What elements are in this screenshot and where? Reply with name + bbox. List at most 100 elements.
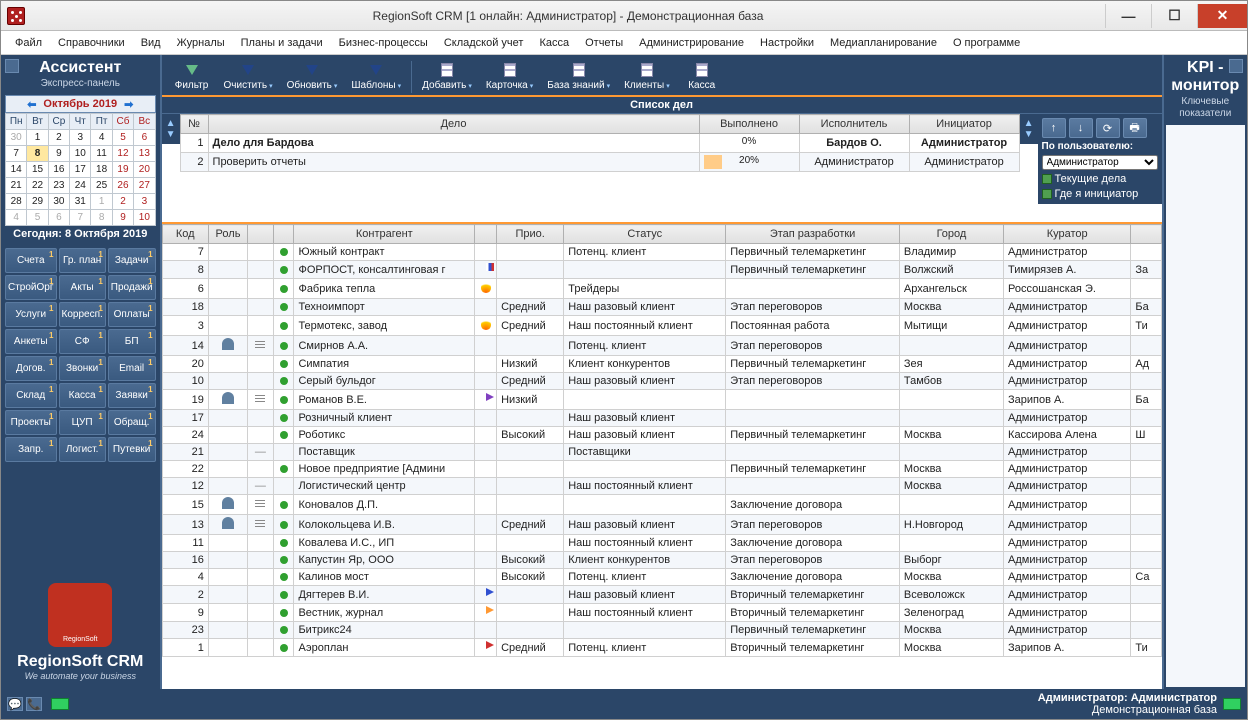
contr-row[interactable]: 24РоботиксВысокийНаш разовый клиентПерви… <box>162 427 1161 444</box>
quick-Путевки[interactable]: Путевки1 <box>108 437 156 462</box>
contr-row[interactable]: 10Серый бульдогСреднийНаш разовый клиент… <box>162 373 1161 390</box>
cal-day[interactable]: 29 <box>27 194 48 210</box>
contr-col[interactable]: Прио. <box>497 225 564 244</box>
contr-col[interactable]: Статус <box>564 225 726 244</box>
quick-Продажи[interactable]: Продажи1 <box>108 275 156 300</box>
cases-col[interactable]: Инициатор <box>909 115 1019 134</box>
scroll-down-icon[interactable]: ▼ <box>166 129 176 140</box>
calendar-grid[interactable]: ПнВтСрЧтПтСбВс30123456789101112131415161… <box>5 113 156 226</box>
toolbar-clear[interactable]: Очистить▾ <box>218 59 279 93</box>
menu-Отчеты[interactable]: Отчеты <box>579 35 629 51</box>
quick-Анкеты[interactable]: Анкеты1 <box>5 329 57 354</box>
menu-Бизнес-процессы[interactable]: Бизнес-процессы <box>333 35 434 51</box>
menu-Планы и задачи[interactable]: Планы и задачи <box>235 35 329 51</box>
cal-day[interactable]: 7 <box>6 146 27 162</box>
cal-day[interactable]: 10 <box>134 210 155 226</box>
cal-day[interactable]: 16 <box>48 162 69 178</box>
cal-day[interactable]: 5 <box>27 210 48 226</box>
toolbar-kb[interactable]: База знаний▾ <box>541 59 616 93</box>
phone-icon[interactable]: 📞 <box>26 697 42 711</box>
contr-row[interactable]: 3Термотекс, заводСреднийНаш постоянный к… <box>162 316 1161 336</box>
quick-Акты[interactable]: Акты1 <box>59 275 106 300</box>
quick-Задачи[interactable]: Задачи1 <box>108 248 156 273</box>
cal-day[interactable]: 6 <box>48 210 69 226</box>
contr-row[interactable]: 6Фабрика теплаТрейдерыАрхангельскРоссоша… <box>162 279 1161 299</box>
contr-col[interactable] <box>273 225 294 244</box>
menu-О программе[interactable]: О программе <box>947 35 1026 51</box>
contr-row[interactable]: 21—ПоставщикПоставщикиАдминистратор <box>162 444 1161 461</box>
menu-Администрирование[interactable]: Администрирование <box>633 35 750 51</box>
cal-day[interactable]: 19 <box>112 162 133 178</box>
contr-row[interactable]: 4Калинов мостВысокийПотенц. клиентЗаключ… <box>162 569 1161 586</box>
cal-day[interactable]: 2 <box>112 194 133 210</box>
cal-day[interactable]: 1 <box>91 194 112 210</box>
cal-day[interactable]: 25 <box>91 178 112 194</box>
minimize-button[interactable]: — <box>1105 4 1151 28</box>
quick-СФ[interactable]: СФ1 <box>59 329 106 354</box>
contr-row[interactable]: 8ФОРПОСТ, консалтинговая гПервичный теле… <box>162 261 1161 279</box>
quick-Касса[interactable]: Касса1 <box>59 383 106 408</box>
cal-day[interactable]: 9 <box>112 210 133 226</box>
cal-day[interactable]: 9 <box>48 146 69 162</box>
contr-row[interactable]: 22Новое предприятие [АдминиПервичный тел… <box>162 461 1161 478</box>
cal-day[interactable]: 20 <box>134 162 155 178</box>
quick-Обращ.[interactable]: Обращ.1 <box>108 410 156 435</box>
print-icon[interactable]: 🖶 <box>1123 118 1147 138</box>
cases-col[interactable]: № <box>180 115 208 134</box>
cal-day[interactable]: 28 <box>6 194 27 210</box>
menu-Журналы[interactable]: Журналы <box>171 35 231 51</box>
cal-day[interactable]: 8 <box>91 210 112 226</box>
cal-day[interactable]: 14 <box>6 162 27 178</box>
contr-row[interactable]: 7Южный контрактПотенц. клиентПервичный т… <box>162 244 1161 261</box>
toolbar-filter[interactable]: Фильтр <box>168 59 216 93</box>
cases-row[interactable]: 1Дело для Бардова0%Бардов О.Администрато… <box>180 134 1019 153</box>
contr-col[interactable]: Этап разработки <box>726 225 900 244</box>
cal-day[interactable]: 2 <box>48 130 69 146</box>
contr-row[interactable]: 23Битрикс24Первичный телемаркетингМосква… <box>162 622 1161 639</box>
collapse-icon[interactable] <box>5 59 19 73</box>
cal-day[interactable]: 12 <box>112 146 133 162</box>
cal-day[interactable]: 23 <box>48 178 69 194</box>
cal-day[interactable]: 10 <box>70 146 91 162</box>
contr-row[interactable]: 16Капустин Яр, ОООВысокийКлиент конкурен… <box>162 552 1161 569</box>
cal-day[interactable]: 21 <box>6 178 27 194</box>
cal-day[interactable]: 1 <box>27 130 48 146</box>
cal-day[interactable]: 3 <box>70 130 91 146</box>
cal-day[interactable]: 8 <box>27 146 48 162</box>
toolbar-cash[interactable]: Касса <box>678 59 726 93</box>
quick-Проекты[interactable]: Проекты1 <box>5 410 57 435</box>
menu-Файл[interactable]: Файл <box>9 35 48 51</box>
menu-Медиапланирование[interactable]: Медиапланирование <box>824 35 943 51</box>
cal-prev-icon[interactable]: ⬅ <box>24 98 39 111</box>
cases-col[interactable]: Исполнитель <box>799 115 909 134</box>
menu-Касса[interactable]: Касса <box>533 35 575 51</box>
cal-day[interactable]: 18 <box>91 162 112 178</box>
contr-row[interactable]: 1АэропланСреднийПотенц. клиентВторичный … <box>162 639 1161 657</box>
scroll-up-icon[interactable]: ▲ <box>166 118 176 129</box>
quick-Склад[interactable]: Склад1 <box>5 383 57 408</box>
close-button[interactable]: ✕ <box>1197 4 1247 28</box>
cal-day[interactable]: 30 <box>6 130 27 146</box>
quick-Заявки[interactable]: Заявки1 <box>108 383 156 408</box>
contr-row[interactable]: 11Ковалева И.С., ИПНаш постоянный клиент… <box>162 535 1161 552</box>
cal-next-icon[interactable]: ➡ <box>121 98 136 111</box>
scroll-down-icon[interactable]: ▼ <box>1024 129 1034 140</box>
toolbar-add[interactable]: Добавить▾ <box>416 59 478 93</box>
quick-Корресп.[interactable]: Корресп.1 <box>59 302 106 327</box>
cases-col[interactable]: Дело <box>208 115 699 134</box>
contr-row[interactable]: 19Романов В.Е.НизкийЗарипов А.Ба <box>162 390 1161 410</box>
cal-day[interactable]: 4 <box>91 130 112 146</box>
contr-col[interactable]: Роль <box>208 225 247 244</box>
quick-Запр.[interactable]: Запр.1 <box>5 437 57 462</box>
chk-initiator[interactable]: Где я инициатор <box>1042 188 1158 200</box>
toolbar-refresh[interactable]: Обновить▾ <box>281 59 344 93</box>
menu-Справочники[interactable]: Справочники <box>52 35 131 51</box>
contr-col[interactable]: Контрагент <box>294 225 475 244</box>
cal-day[interactable]: 7 <box>70 210 91 226</box>
cal-day[interactable]: 15 <box>27 162 48 178</box>
cal-day[interactable]: 22 <box>27 178 48 194</box>
cal-day[interactable]: 11 <box>91 146 112 162</box>
contr-row[interactable]: 13Колокольцева И.В.СреднийНаш разовый кл… <box>162 515 1161 535</box>
contr-col[interactable]: Код <box>162 225 208 244</box>
cal-day[interactable]: 24 <box>70 178 91 194</box>
